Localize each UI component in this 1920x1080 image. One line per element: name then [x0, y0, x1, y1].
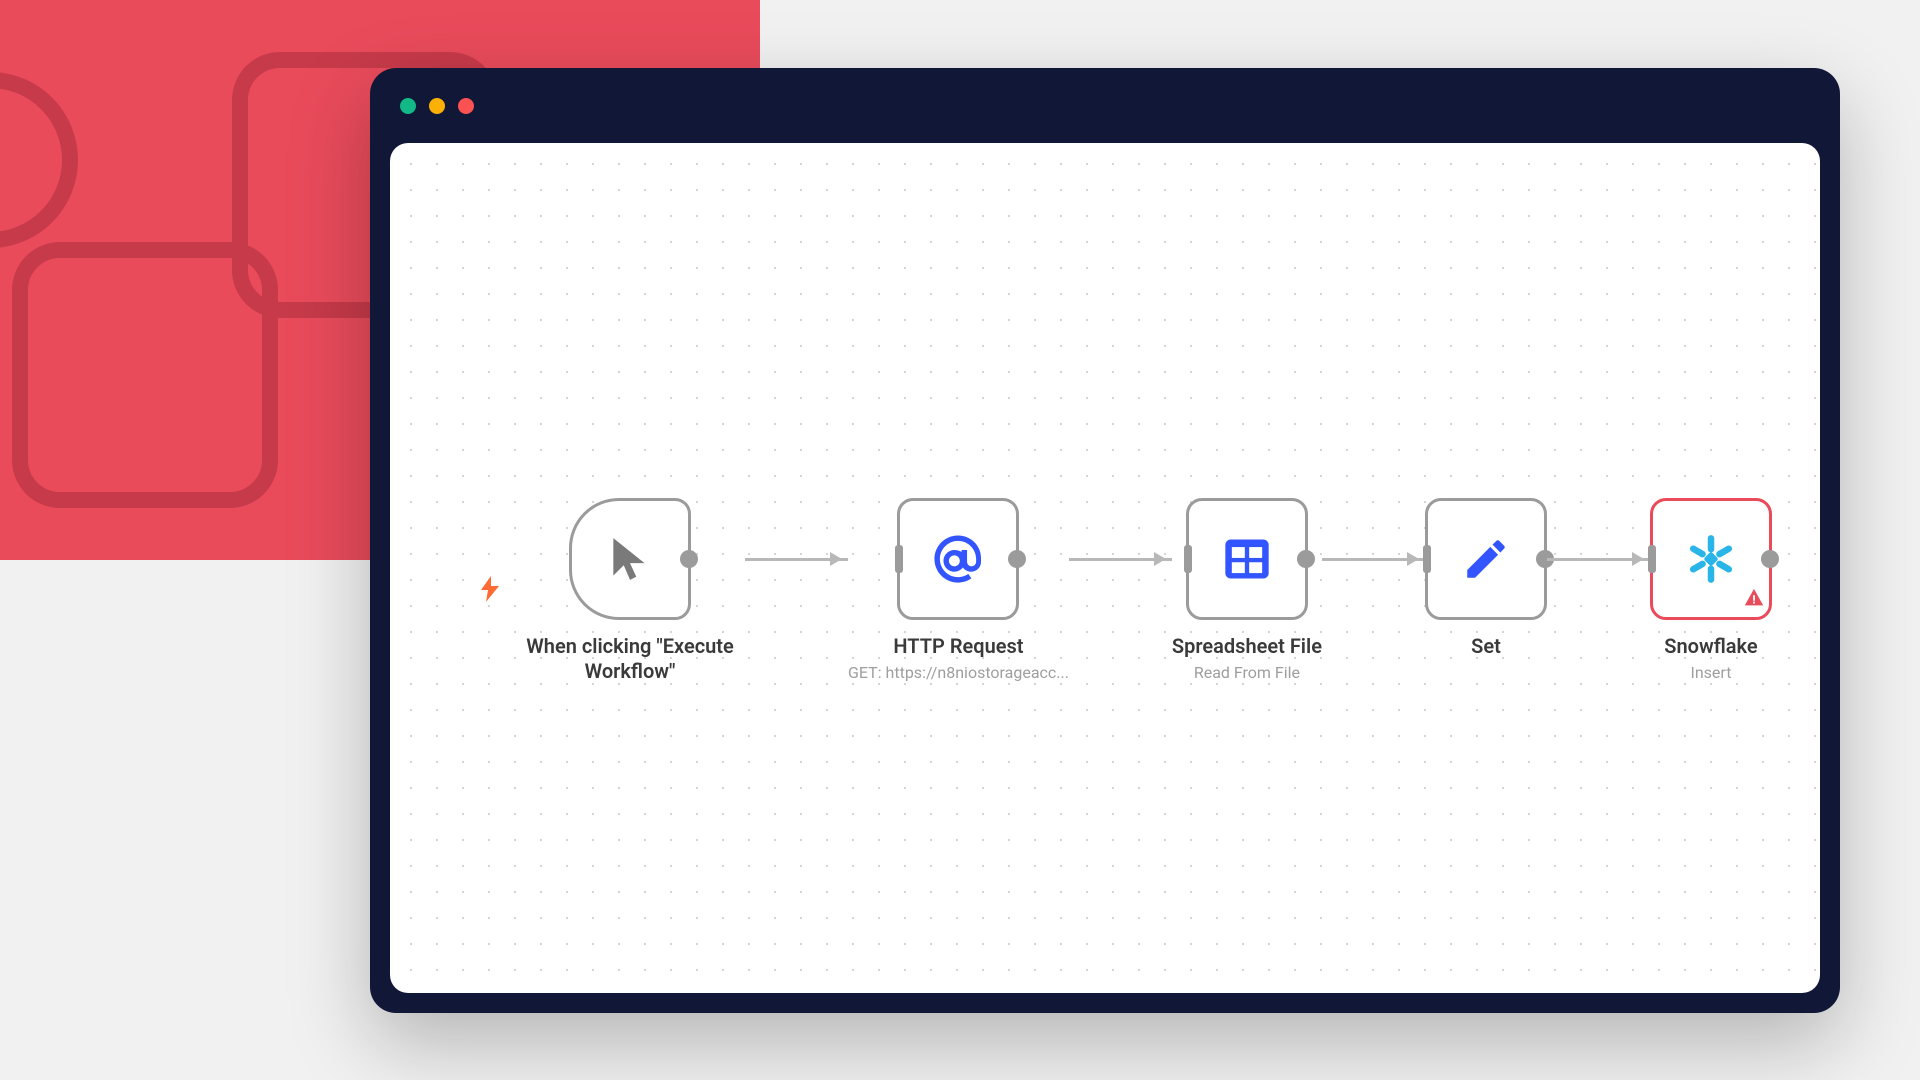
bolt-icon	[481, 576, 499, 606]
traffic-light-minimize[interactable]	[429, 98, 445, 114]
input-port[interactable]	[1423, 545, 1431, 573]
input-port[interactable]	[1648, 545, 1656, 573]
input-port[interactable]	[1184, 545, 1192, 573]
arrow-icon	[1154, 552, 1166, 566]
traffic-light-maximize[interactable]	[458, 98, 474, 114]
traffic-light-close[interactable]	[400, 98, 416, 114]
table-icon	[1221, 533, 1273, 585]
connector	[1547, 498, 1650, 620]
output-port[interactable]	[1297, 550, 1315, 568]
node-http-request[interactable]: HTTP Request GET: https://n8niostorageac…	[848, 498, 1069, 682]
connector	[1322, 498, 1425, 620]
node-subtitle: GET: https://n8niostorageacc...	[848, 663, 1069, 682]
node-title: Snowflake	[1664, 634, 1757, 659]
output-port[interactable]	[1008, 550, 1026, 568]
workflow-canvas[interactable]: When clicking "Execute Workflow" HTTP Re…	[390, 143, 1820, 993]
connector	[745, 498, 848, 620]
node-trigger[interactable]: When clicking "Execute Workflow"	[515, 498, 745, 684]
snowflake-icon	[1685, 533, 1737, 585]
app-window: When clicking "Execute Workflow" HTTP Re…	[370, 68, 1840, 1013]
window-titlebar	[370, 68, 1840, 143]
node-subtitle: Insert	[1690, 663, 1731, 682]
node-title: When clicking "Execute Workflow"	[515, 634, 745, 684]
input-port[interactable]	[895, 545, 903, 573]
workflow-row: When clicking "Execute Workflow" HTTP Re…	[515, 498, 1772, 684]
output-port[interactable]	[680, 550, 698, 568]
arrow-icon	[830, 552, 842, 566]
node-set[interactable]: Set	[1425, 498, 1547, 659]
node-subtitle: Read From File	[1194, 663, 1300, 682]
arrow-icon	[1632, 552, 1644, 566]
node-title: Spreadsheet File	[1172, 634, 1322, 659]
node-title: HTTP Request	[893, 634, 1023, 659]
node-snowflake[interactable]: Snowflake Insert	[1650, 498, 1772, 682]
connector	[1069, 498, 1172, 620]
at-icon	[929, 530, 987, 588]
node-title: Set	[1471, 634, 1501, 659]
cursor-icon	[605, 534, 655, 584]
output-port[interactable]	[1761, 550, 1779, 568]
node-spreadsheet-file[interactable]: Spreadsheet File Read From File	[1172, 498, 1322, 682]
arrow-icon	[1407, 552, 1419, 566]
pencil-icon	[1461, 534, 1511, 584]
warning-icon	[1743, 587, 1765, 613]
